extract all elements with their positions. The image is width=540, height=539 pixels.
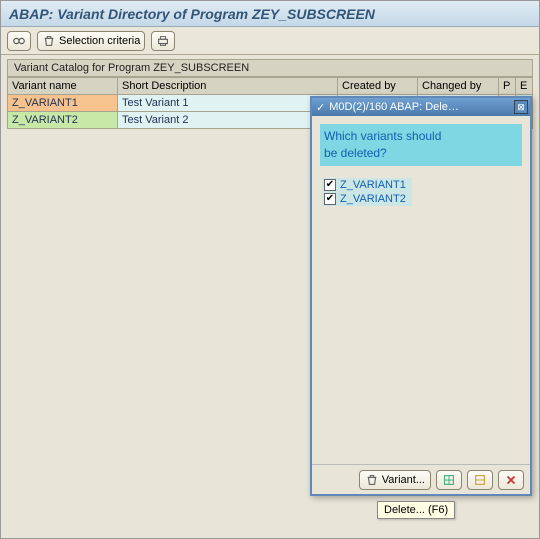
col-short-desc[interactable]: Short Description — [118, 78, 338, 95]
cell-variant-name: Z_VARIANT1 — [8, 95, 118, 112]
checkbox-icon[interactable]: ✔ — [324, 193, 336, 205]
display-button[interactable] — [7, 31, 31, 51]
select-all-icon — [442, 473, 456, 487]
list-item[interactable]: ✔ Z_VARIANT1 — [322, 178, 412, 192]
select-all-button[interactable] — [436, 470, 462, 490]
dialog-prompt: Which variants should be deleted? — [320, 124, 522, 166]
print-button[interactable] — [151, 31, 175, 51]
dialog-footer: Variant... — [312, 464, 530, 494]
col-changed-by[interactable]: Changed by — [418, 78, 499, 95]
list-item-label: Z_VARIANT2 — [340, 193, 406, 205]
prompt-line: be deleted? — [324, 145, 518, 162]
cell-short-desc: Test Variant 1 — [118, 95, 338, 112]
app-toolbar: Selection criteria — [1, 27, 539, 55]
table-header-row: Variant name Short Description Created b… — [8, 78, 533, 95]
window-title: ABAP: Variant Directory of Program ZEY_S… — [1, 1, 539, 27]
tooltip: Delete... (F6) — [377, 501, 455, 519]
delete-dialog: ✓ M0D(2)/160 ABAP: Dele… ⊠ Which variant… — [310, 96, 532, 496]
close-icon[interactable]: ⊠ — [514, 100, 528, 114]
cancel-icon — [504, 473, 518, 487]
delete-variant-button[interactable]: Variant... — [359, 470, 431, 490]
col-variant-name[interactable]: Variant name — [8, 78, 118, 95]
deselect-all-button[interactable] — [467, 470, 493, 490]
content-area: Variant Catalog for Program ZEY_SUBSCREE… — [7, 59, 533, 532]
selection-criteria-label: Selection criteria — [59, 35, 140, 47]
list-item-label: Z_VARIANT1 — [340, 179, 406, 191]
catalog-header: Variant Catalog for Program ZEY_SUBSCREE… — [7, 59, 533, 77]
col-created-by[interactable]: Created by — [338, 78, 418, 95]
prompt-line: Which variants should — [324, 128, 518, 145]
dialog-title: ✓ M0D(2)/160 ABAP: Dele… ⊠ — [312, 98, 530, 116]
delete-variant-label: Variant... — [382, 474, 425, 486]
sap-window: ABAP: Variant Directory of Program ZEY_S… — [0, 0, 540, 539]
cancel-button[interactable] — [498, 470, 524, 490]
trash-icon — [42, 34, 56, 48]
cell-variant-name: Z_VARIANT2 — [8, 112, 118, 129]
col-e[interactable]: E — [516, 78, 533, 95]
display-icon — [12, 34, 26, 48]
variant-list: ✔ Z_VARIANT1 ✔ Z_VARIANT2 — [322, 178, 520, 460]
print-icon — [156, 34, 170, 48]
deselect-all-icon — [473, 473, 487, 487]
cell-short-desc: Test Variant 2 — [118, 112, 338, 129]
checkbox-icon[interactable]: ✔ — [324, 179, 336, 191]
delete-button[interactable]: Selection criteria — [37, 31, 145, 51]
trash-icon — [365, 473, 379, 487]
col-p[interactable]: P — [499, 78, 516, 95]
dialog-title-text: M0D(2)/160 ABAP: Dele… — [329, 101, 459, 113]
list-item[interactable]: ✔ Z_VARIANT2 — [322, 192, 412, 206]
